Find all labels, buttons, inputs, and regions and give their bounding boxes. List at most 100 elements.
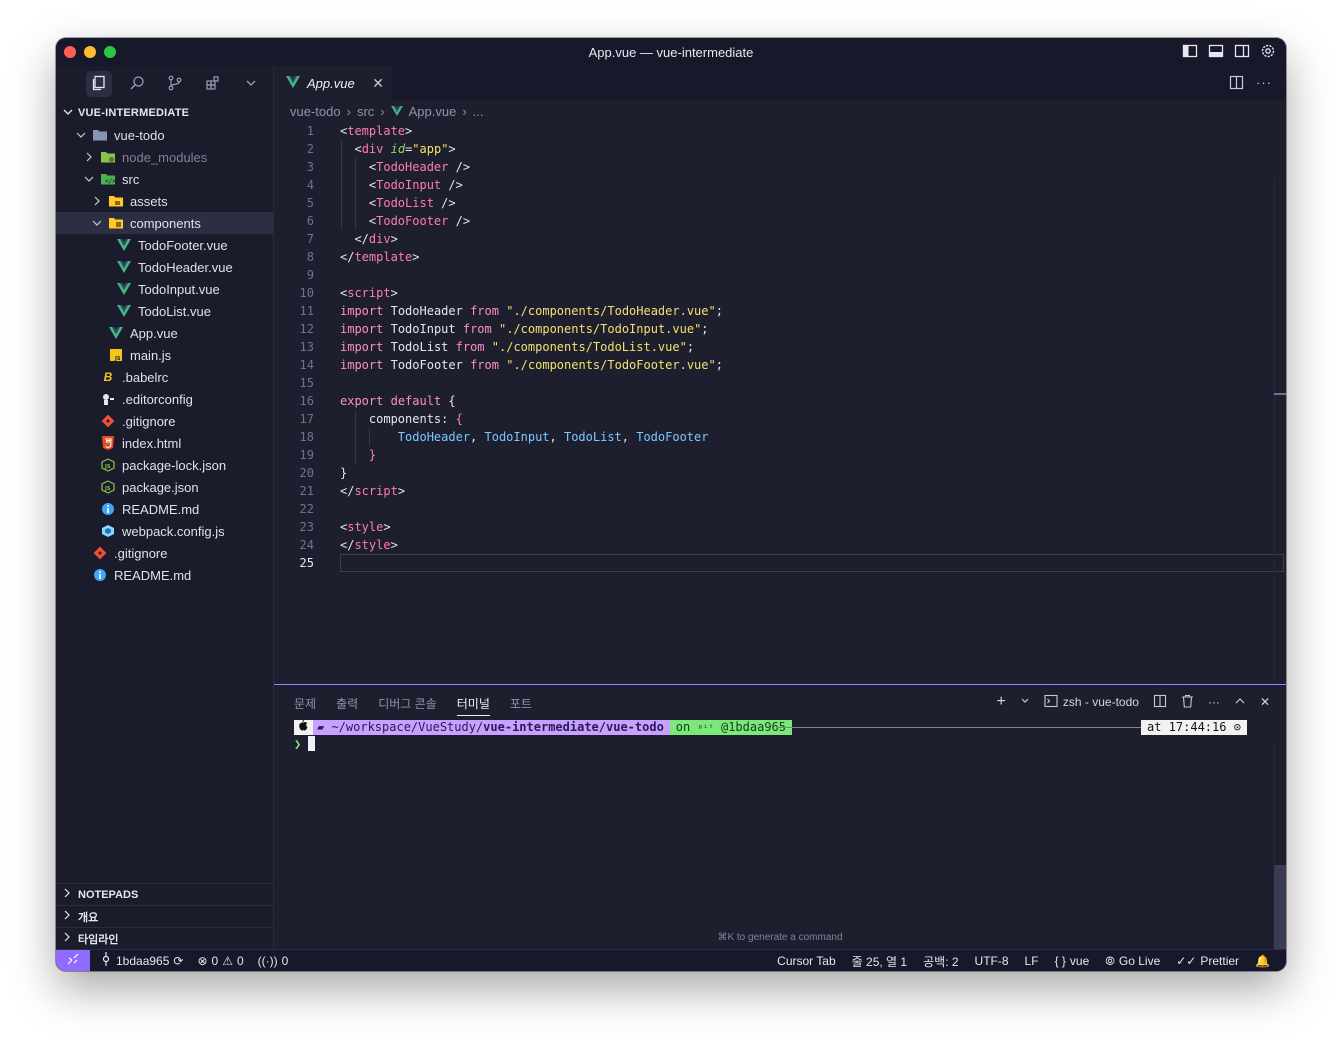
tag-name: script xyxy=(354,484,398,498)
remote-icon xyxy=(67,953,79,968)
breadcrumb-item[interactable]: src xyxy=(357,104,374,119)
tree-item-package-json[interactable]: JS package.json xyxy=(56,476,273,498)
tab-ports[interactable]: 포트 xyxy=(510,695,532,716)
npm-json-icon: JS xyxy=(100,479,116,495)
editor-scrollbar[interactable] xyxy=(1274,178,1286,738)
more-actions-icon[interactable]: ··· xyxy=(1208,695,1220,709)
info-icon xyxy=(92,567,108,583)
split-editor-icon[interactable] xyxy=(1229,75,1244,93)
tree-item-assets[interactable]: assets xyxy=(56,190,273,212)
tree-item-main-js[interactable]: JS main.js xyxy=(56,344,273,366)
section-notepads[interactable]: NOTEPADS xyxy=(56,883,274,905)
tab-problems[interactable]: 문제 xyxy=(294,695,316,716)
tree-item-label: README.md xyxy=(122,501,200,517)
terminal-selector[interactable]: zsh - vue-todo xyxy=(1044,694,1139,711)
code-editor[interactable]: 1 <template> 2 <div id="app"> 3 <TodoHead… xyxy=(274,122,1286,738)
tree-item-root-gitignore[interactable]: .gitignore xyxy=(56,542,273,564)
tree-item-readme[interactable]: README.md xyxy=(56,498,273,520)
extensions-tab[interactable] xyxy=(200,71,226,97)
tree-item-todofooter[interactable]: TodoFooter.vue xyxy=(56,234,273,256)
remote-indicator[interactable] xyxy=(56,949,90,971)
indentation-status[interactable]: 공백: 2 xyxy=(923,953,958,970)
tree-item-label: App.vue xyxy=(130,325,178,341)
svg-text:</>: </> xyxy=(105,178,116,185)
git-icon xyxy=(100,413,116,429)
code-line: 7 </div> xyxy=(274,230,1274,248)
more-actions-icon[interactable]: ··· xyxy=(1256,75,1272,93)
tree-item-package-lock[interactable]: JS package-lock.json xyxy=(56,454,273,476)
ports-status[interactable]: ((·)) 0 xyxy=(258,954,289,968)
tree-item-label: TodoHeader.vue xyxy=(138,259,233,275)
more-views-button[interactable] xyxy=(238,71,264,97)
cursor-tab-status[interactable]: Cursor Tab xyxy=(777,954,835,968)
close-panel-icon[interactable]: ✕ xyxy=(1260,695,1270,709)
new-terminal-button[interactable]: + xyxy=(997,693,1006,711)
line-number: 23 xyxy=(299,520,314,534)
vue-icon xyxy=(116,281,132,297)
notifications-bell-icon[interactable]: 🔔 xyxy=(1255,954,1270,968)
breadcrumb-item[interactable]: ... xyxy=(473,104,484,119)
warning-icon: ⚠ xyxy=(222,953,233,968)
split-terminal-icon[interactable] xyxy=(1153,694,1167,711)
branch-status[interactable]: 1bdaa965 ⟳ xyxy=(100,952,183,969)
trash-icon[interactable] xyxy=(1181,694,1194,711)
language-mode[interactable]: { } vue xyxy=(1055,954,1090,968)
maximize-panel-icon[interactable] xyxy=(1234,695,1246,710)
tree-item-label: index.html xyxy=(122,435,182,451)
tree-item-vue-todo[interactable]: vue-todo xyxy=(56,124,273,146)
eol-status[interactable]: LF xyxy=(1025,954,1039,968)
cursor-position[interactable]: 줄 25, 열 1 xyxy=(852,953,907,970)
tab-output[interactable]: 출력 xyxy=(336,695,358,716)
tree-item-todoinput[interactable]: TodoInput.vue xyxy=(56,278,273,300)
breadcrumb-item[interactable]: vue-todo xyxy=(290,104,341,119)
encoding-status[interactable]: UTF-8 xyxy=(975,954,1009,968)
tree-item-gitignore[interactable]: .gitignore xyxy=(56,410,273,432)
tab-debug-console[interactable]: 디버그 콘솔 xyxy=(378,695,437,716)
terminal-scrollbar[interactable] xyxy=(1274,745,1286,971)
git-commit-icon xyxy=(100,952,112,969)
property: components xyxy=(368,412,442,426)
breadcrumb-item[interactable]: App.vue xyxy=(409,104,457,119)
tree-item-todolist[interactable]: TodoList.vue xyxy=(56,300,273,322)
tab-terminal[interactable]: 터미널 xyxy=(456,695,490,716)
tab-app-vue[interactable]: App.vue ✕ xyxy=(274,66,392,100)
code-line: 21 </script> xyxy=(274,482,1274,500)
go-live-label: Go Live xyxy=(1118,954,1161,968)
toggle-panel-icon[interactable] xyxy=(1208,43,1224,59)
tree-item-babelrc[interactable]: B .babelrc xyxy=(56,366,273,388)
close-icon[interactable]: ✕ xyxy=(372,75,384,92)
chevron-down-icon[interactable] xyxy=(1020,695,1030,709)
tree-item-index-html[interactable]: index.html xyxy=(56,432,273,454)
tree-item-root-readme[interactable]: README.md xyxy=(56,564,273,586)
tree-item-webpack-config[interactable]: webpack.config.js xyxy=(56,520,273,542)
tree-item-src[interactable]: </> src xyxy=(56,168,273,190)
tag-name: script xyxy=(347,286,391,300)
keyword: import xyxy=(340,340,384,354)
explorer-tab[interactable] xyxy=(86,71,112,97)
toggle-secondary-sidebar-icon[interactable] xyxy=(1234,43,1250,59)
tree-item-app-vue[interactable]: App.vue xyxy=(56,322,273,344)
section-timeline[interactable]: 타임라인 xyxy=(56,927,274,949)
language-label: vue xyxy=(1069,954,1090,968)
explorer-root-header[interactable]: VUE-INTERMEDIATE xyxy=(56,102,273,124)
git-icon xyxy=(92,545,108,561)
prettier-status[interactable]: ✓✓ Prettier xyxy=(1176,954,1239,968)
tree-item-todoheader[interactable]: TodoHeader.vue xyxy=(56,256,273,278)
go-live-button[interactable]: ⦾ Go Live xyxy=(1105,954,1160,969)
settings-gear-icon[interactable] xyxy=(1260,43,1276,59)
warning-count: 0 xyxy=(236,953,244,968)
tree-item-node-modules[interactable]: node_modules xyxy=(56,146,273,168)
git-icon: ᵍⁱᵗ xyxy=(697,724,714,734)
line-number: 3 xyxy=(306,160,314,174)
tree-item-components[interactable]: components xyxy=(56,212,273,234)
code-line: 9 xyxy=(274,266,1274,284)
vue-icon xyxy=(116,237,132,253)
search-tab[interactable] xyxy=(124,71,150,97)
toggle-primary-sidebar-icon[interactable] xyxy=(1182,43,1198,59)
source-control-tab[interactable] xyxy=(162,71,188,97)
tree-item-editorconfig[interactable]: .editorconfig xyxy=(56,388,273,410)
problems-status[interactable]: ⊗ 0 ⚠ 0 xyxy=(197,954,243,968)
tree-item-label: package.json xyxy=(122,479,199,495)
tree-item-label: README.md xyxy=(114,567,192,583)
section-outline[interactable]: 개요 xyxy=(56,905,274,927)
